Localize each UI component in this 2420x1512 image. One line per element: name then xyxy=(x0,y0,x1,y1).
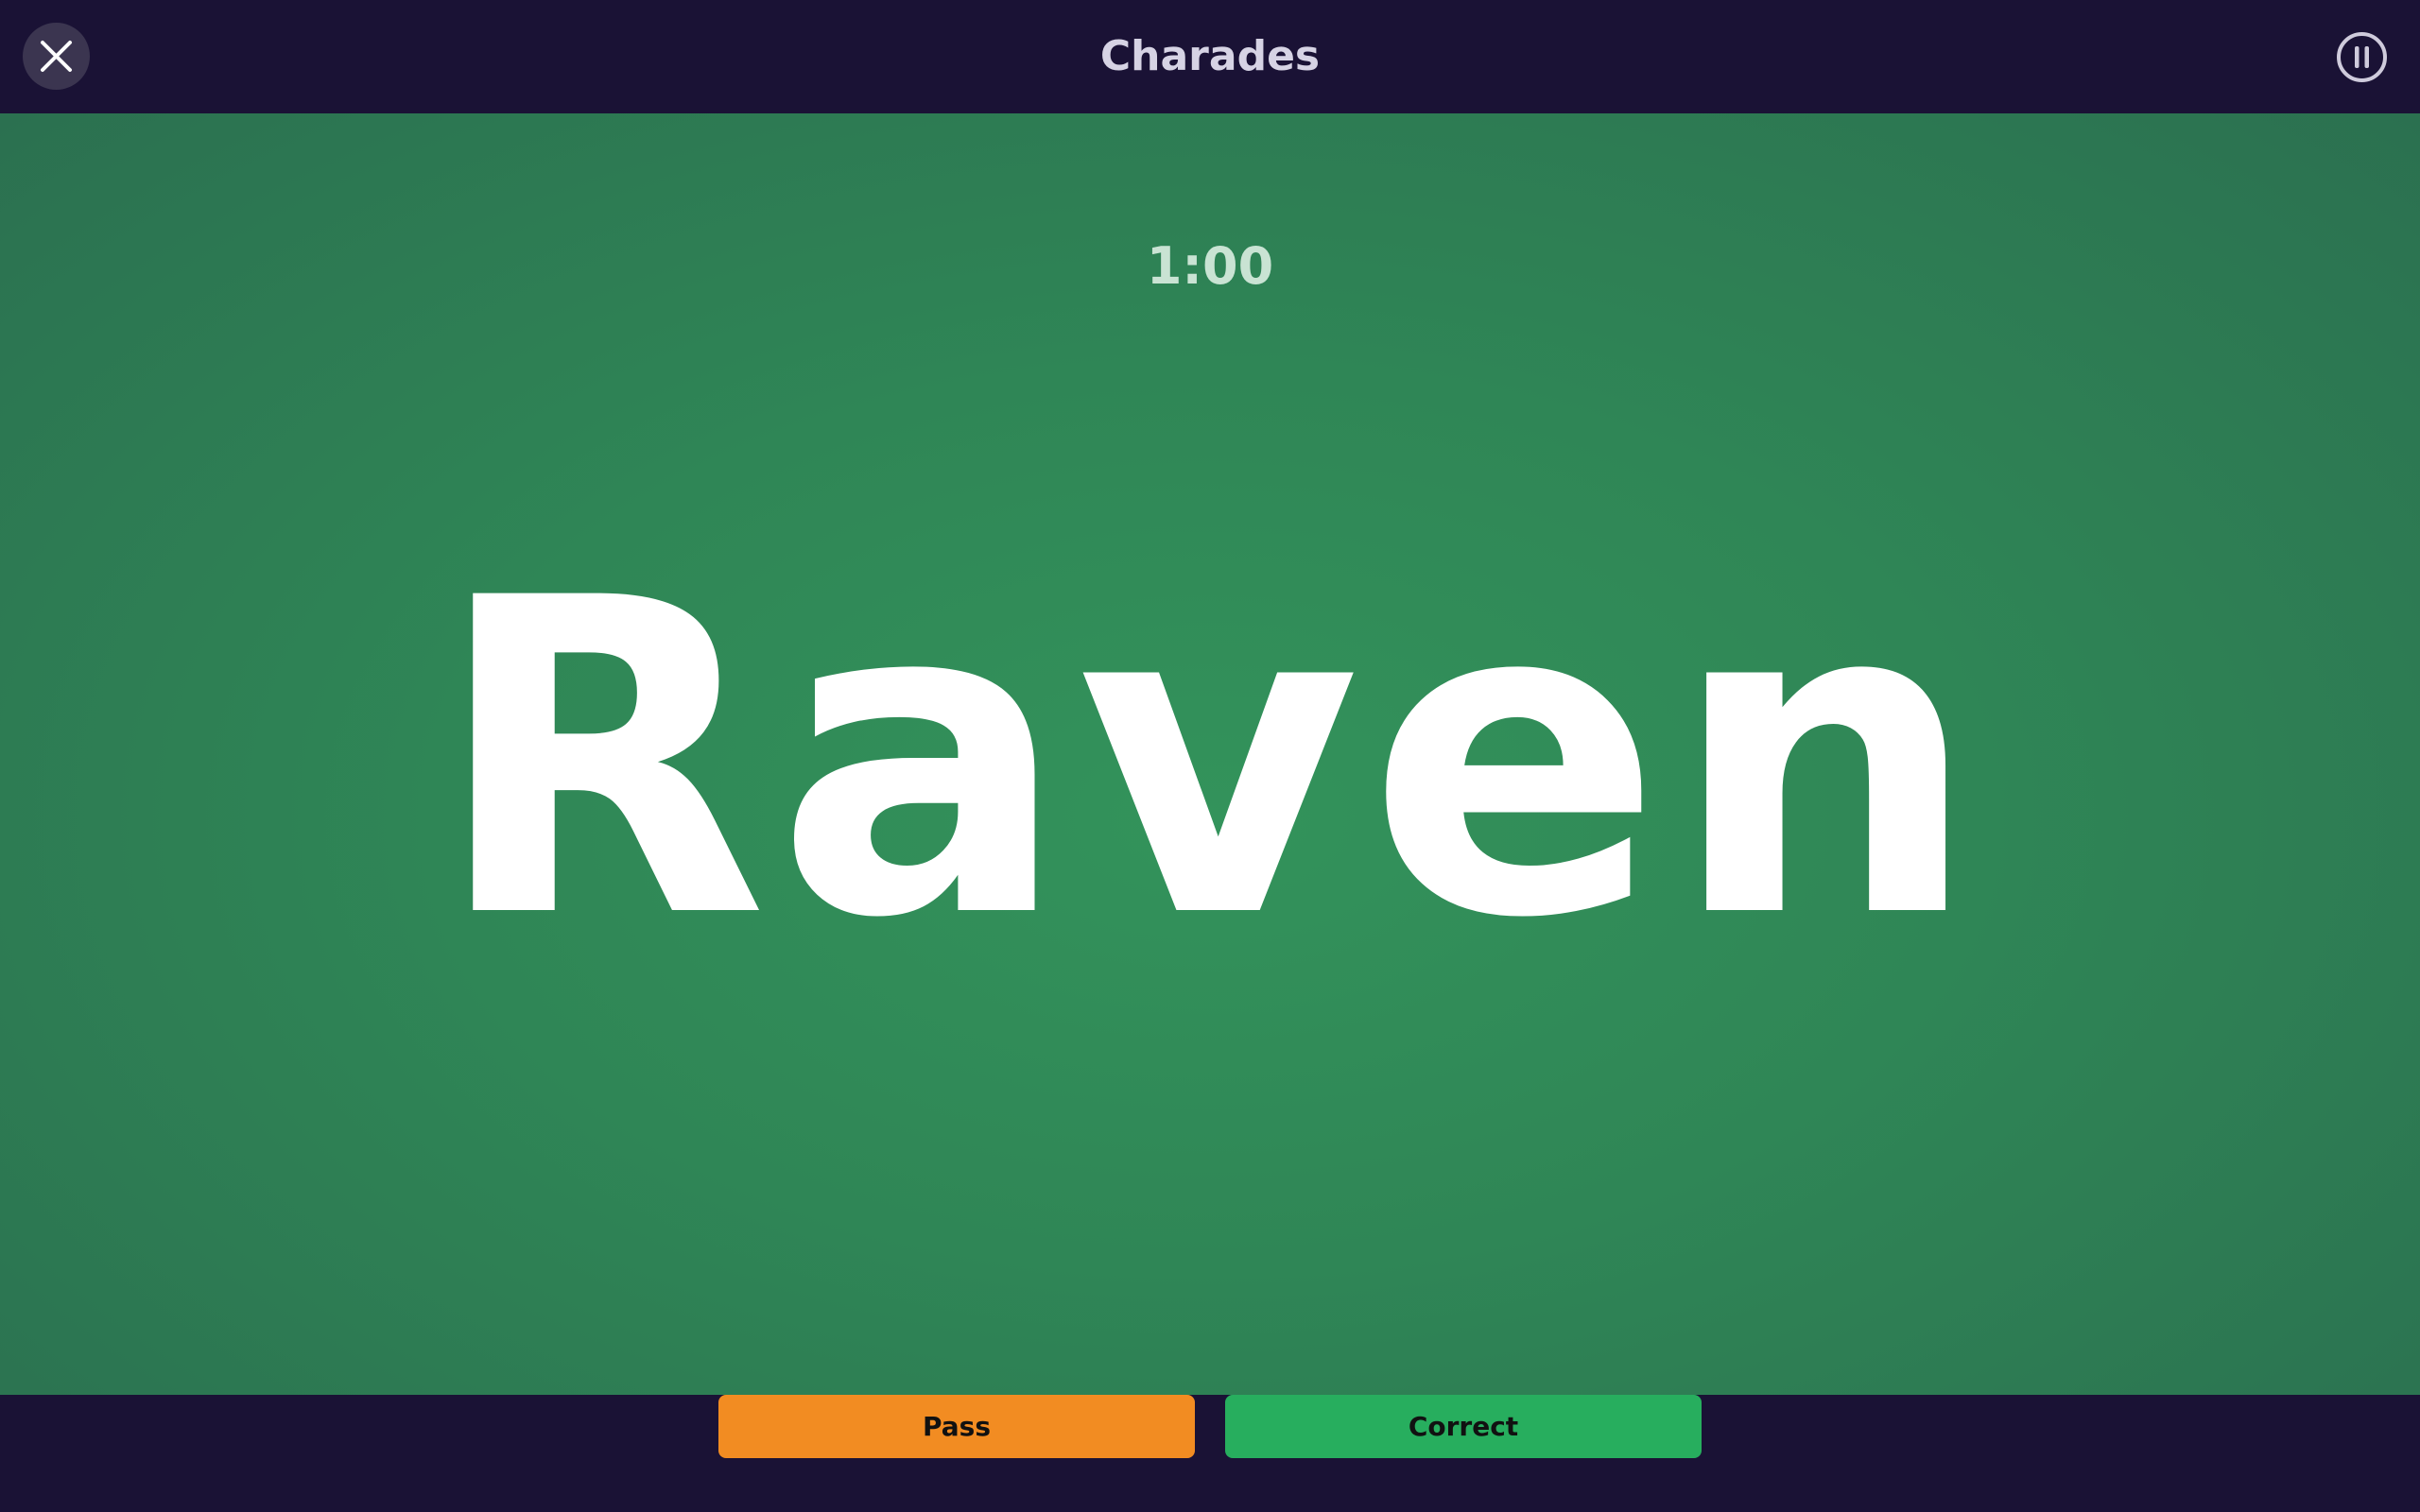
close-button[interactable] xyxy=(23,23,90,90)
pass-button[interactable]: Pass xyxy=(718,1395,1195,1458)
correct-button[interactable]: Correct xyxy=(1225,1395,1702,1458)
charades-screen: Charades 1:00 Raven Pass Correct xyxy=(0,0,2420,1512)
charade-word: Raven xyxy=(433,507,1987,1013)
bottom-bar: Pass Correct xyxy=(0,1395,2420,1512)
pause-button[interactable] xyxy=(2336,31,2388,83)
pause-icon xyxy=(2337,32,2387,82)
close-icon xyxy=(41,41,72,72)
card-area: 1:00 Raven xyxy=(0,113,2420,1395)
top-bar: Charades xyxy=(0,0,2420,113)
page-title: Charades xyxy=(1099,32,1321,80)
countdown-timer: 1:00 xyxy=(1146,236,1274,296)
